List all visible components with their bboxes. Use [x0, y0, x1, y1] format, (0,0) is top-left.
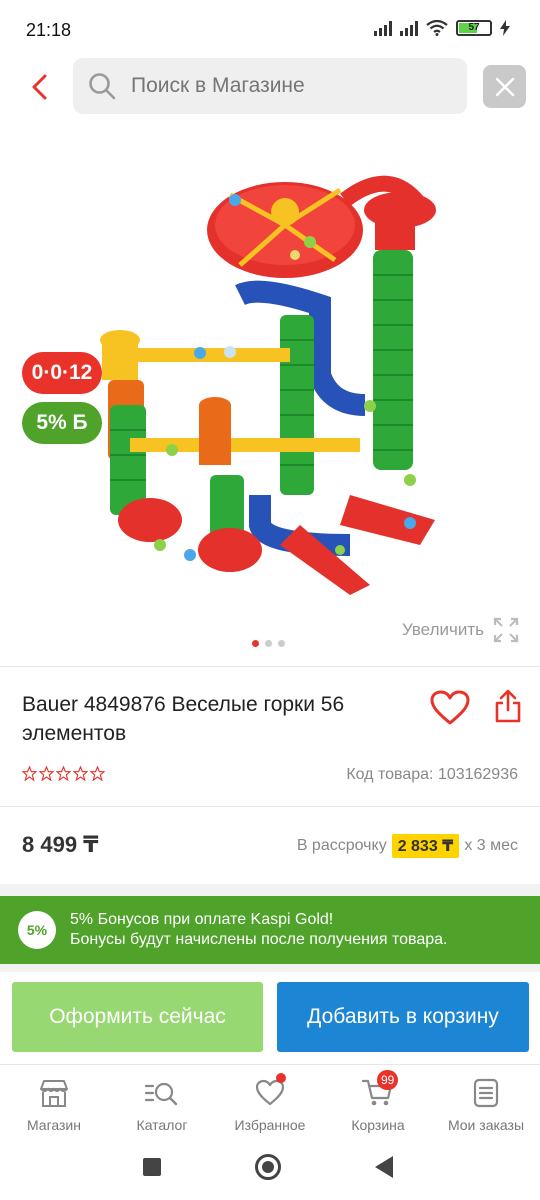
cart-count-badge: 99 — [377, 1070, 399, 1090]
product-illustration — [100, 175, 436, 595]
bonus-line-2: Бонусы будут начислены после получения т… — [70, 931, 448, 948]
close-icon — [495, 77, 514, 96]
system-nav-bar — [0, 1140, 540, 1200]
installment-info[interactable]: В рассрочку 2 833 ₸ x 3 мес — [297, 834, 518, 858]
tab-label: Магазин — [26, 1117, 81, 1133]
bottom-tab-bar: Магазин Каталог Избранное 99 Корзина Мои… — [0, 1064, 540, 1140]
status-bar: 21:18 57 — [0, 0, 540, 60]
star-empty-icon — [39, 766, 54, 781]
top-bar — [0, 58, 540, 116]
tab-cart[interactable]: 99 Корзина — [324, 1065, 432, 1140]
pagination-dot — [278, 640, 285, 647]
wifi-icon — [426, 20, 448, 36]
pagination-dot — [252, 640, 259, 647]
signal-icon — [374, 20, 392, 36]
clear-search-button[interactable] — [483, 65, 526, 108]
zoom-button[interactable]: Увеличить — [402, 616, 520, 644]
home-button[interactable] — [255, 1154, 281, 1180]
rating-stars[interactable] — [22, 766, 105, 781]
bonus-banner[interactable]: 5% 5% Бонусов при оплате Kaspi Gold! Бон… — [0, 896, 540, 964]
installment-amount: 2 833 ₸ — [391, 834, 460, 858]
tab-label: Избранное — [234, 1117, 306, 1133]
bonus-percent-circle: 5% — [18, 911, 56, 949]
chevron-left-icon — [32, 74, 47, 100]
tab-shop[interactable]: Магазин — [0, 1065, 108, 1140]
pagination-dot — [265, 640, 272, 647]
share-button[interactable] — [494, 688, 522, 724]
bonus-line-1: 5% Бонусов при оплате Kaspi Gold! — [70, 911, 334, 928]
tab-label: Каталог — [136, 1117, 188, 1133]
favorite-button[interactable] — [430, 690, 470, 726]
search-icon — [89, 73, 116, 100]
divider — [0, 666, 540, 667]
gallery-pagination — [252, 640, 285, 647]
share-icon — [495, 689, 521, 723]
tab-catalog[interactable]: Каталог — [108, 1065, 216, 1140]
tab-label: Мои заказы — [447, 1117, 525, 1133]
star-empty-icon — [56, 766, 71, 781]
orders-icon — [473, 1078, 499, 1108]
buy-now-button[interactable]: Оформить сейчас — [12, 982, 263, 1052]
tab-label: Корзина — [351, 1117, 405, 1133]
section-separator — [0, 884, 540, 896]
battery-icon: 57 — [456, 20, 492, 36]
search-input[interactable] — [131, 74, 431, 98]
credit-badge: 0·0·12 — [22, 352, 102, 394]
system-back-button[interactable] — [375, 1156, 393, 1178]
bonus-badge: 5% Б — [22, 402, 102, 444]
zoom-label: Увеличить — [402, 620, 484, 639]
status-icons: 57 — [374, 20, 510, 36]
heart-icon — [255, 1079, 285, 1106]
tab-orders[interactable]: Мои заказы — [432, 1065, 540, 1140]
product-code: Код товара: 103162936 — [346, 766, 518, 783]
signal-icon — [400, 20, 418, 36]
star-empty-icon — [22, 766, 37, 781]
notification-dot — [276, 1073, 286, 1083]
divider — [0, 806, 540, 807]
product-title: Bauer 4849876 Веселые горки 56 элементов — [22, 693, 345, 745]
search-bar[interactable] — [73, 58, 467, 114]
back-button[interactable] — [22, 68, 58, 104]
shop-icon — [40, 1080, 68, 1107]
heart-icon — [430, 690, 470, 725]
battery-level: 57 — [468, 22, 480, 33]
bonus-text: 5% Бонусов при оплате Kaspi Gold! Бонусы… — [70, 910, 447, 950]
charging-icon — [500, 20, 510, 36]
section-separator — [0, 964, 540, 972]
recent-apps-button[interactable] — [143, 1158, 161, 1176]
tab-favorites[interactable]: Избранное — [216, 1065, 324, 1140]
star-empty-icon — [90, 766, 105, 781]
expand-icon — [493, 617, 519, 643]
installment-prefix: В рассрочку — [296, 837, 387, 854]
status-time: 21:18 — [26, 20, 72, 40]
installment-suffix: x 3 мес — [464, 837, 518, 854]
product-price: 8 499 ₸ — [22, 832, 99, 857]
star-empty-icon — [73, 766, 88, 781]
catalog-search-icon — [144, 1082, 178, 1106]
product-image[interactable] — [90, 165, 450, 605]
add-to-cart-button[interactable]: Добавить в корзину — [277, 982, 529, 1052]
